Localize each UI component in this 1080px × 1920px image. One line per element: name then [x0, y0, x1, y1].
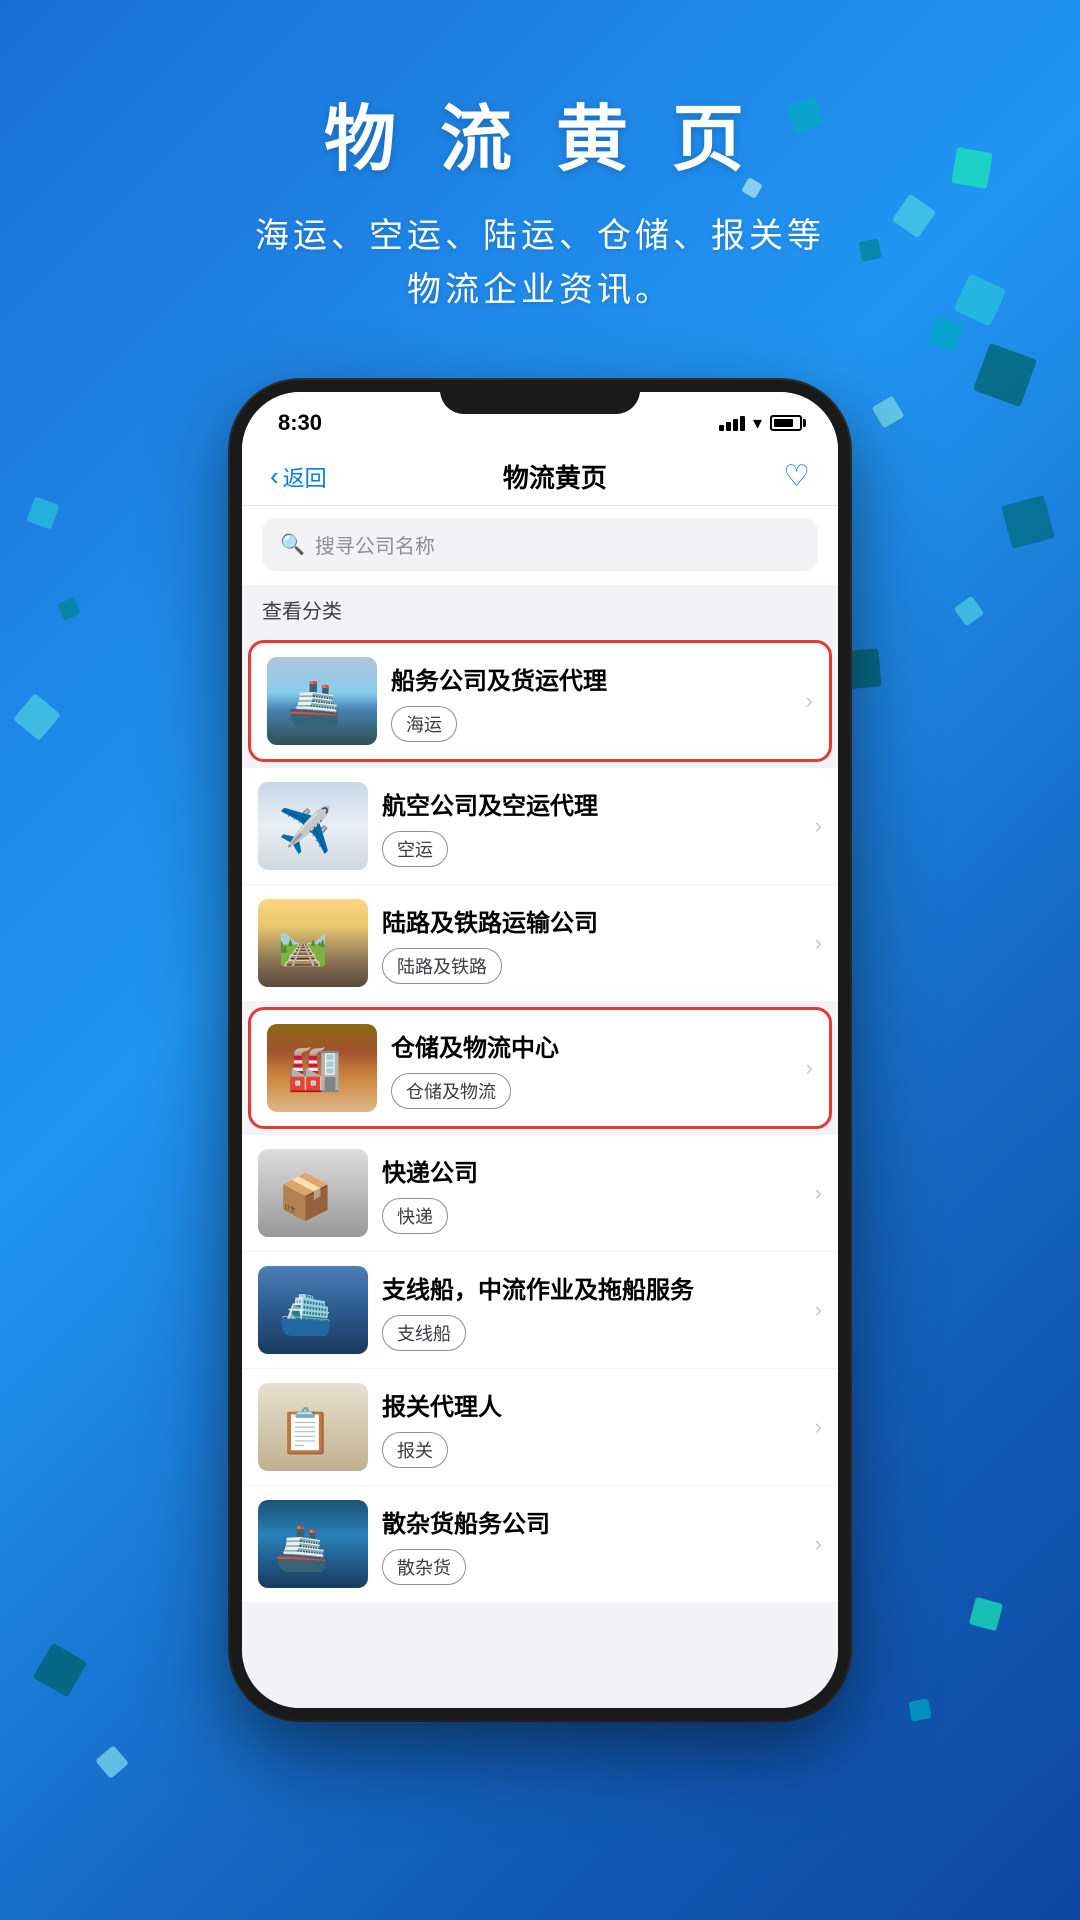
phone-mockup: 8:30 ▾ [230, 380, 850, 1720]
status-time: 8:30 [278, 410, 322, 436]
page-title: 物 流 黄 页 [0, 80, 1080, 185]
search-input[interactable]: 搜寻公司名称 [315, 530, 435, 559]
phone-screen: 8:30 ▾ [242, 392, 838, 1708]
signal-icon [719, 416, 745, 431]
back-button[interactable]: ‹ 返回 [270, 461, 327, 493]
item-image-warehouse [267, 1024, 377, 1112]
item-title: 船务公司及货运代理 [391, 661, 792, 696]
chevron-right-icon: › [806, 1055, 813, 1081]
wifi-icon: ▾ [753, 413, 762, 434]
search-icon: 🔍 [280, 532, 305, 557]
search-bar[interactable]: 🔍 搜寻公司名称 [262, 518, 818, 571]
item-image-plane [258, 782, 368, 870]
item-title: 报关代理人 [382, 1387, 801, 1422]
chevron-right-icon: › [806, 688, 813, 714]
list-item[interactable]: 陆路及铁路运输公司 陆路及铁路 › [242, 885, 838, 1001]
item-image-ship [267, 657, 377, 745]
item-content-airline: 航空公司及空运代理 空运 [382, 786, 801, 867]
favorite-button[interactable]: ♡ [783, 459, 810, 494]
item-tag: 快递 [382, 1198, 448, 1234]
phone-frame: 8:30 ▾ [230, 380, 850, 1720]
item-image-customs [258, 1383, 368, 1471]
chevron-right-icon: › [815, 813, 822, 839]
phone-notch [440, 380, 640, 414]
list-item[interactable]: 散杂货船务公司 散杂货 › [242, 1486, 838, 1602]
chevron-right-icon: › [815, 1531, 822, 1557]
item-image-bulk [258, 1500, 368, 1588]
item-tag: 支线船 [382, 1315, 466, 1351]
item-title: 陆路及铁路运输公司 [382, 903, 801, 938]
item-content-warehouse: 仓储及物流中心 仓储及物流 [391, 1028, 792, 1109]
list-item[interactable]: 支线船，中流作业及拖船服务 支线船 › [242, 1252, 838, 1368]
item-title: 仓储及物流中心 [391, 1028, 792, 1063]
list-item[interactable]: 快递公司 快递 › [242, 1135, 838, 1251]
chevron-right-icon: › [815, 1180, 822, 1206]
list-item[interactable]: 报关代理人 报关 › [242, 1369, 838, 1485]
item-tag: 散杂货 [382, 1549, 466, 1585]
item-title: 航空公司及空运代理 [382, 786, 801, 821]
back-label: 返回 [283, 461, 327, 493]
item-image-feeder [258, 1266, 368, 1354]
item-image-courier [258, 1149, 368, 1237]
list-item[interactable]: 仓储及物流中心 仓储及物流 › [248, 1007, 832, 1129]
nav-bar: ‹ 返回 物流黄页 ♡ [242, 448, 838, 506]
item-content-shipping: 船务公司及货运代理 海运 [391, 661, 792, 742]
category-label: 查看分类 [242, 585, 838, 634]
item-content-customs: 报关代理人 报关 [382, 1387, 801, 1468]
item-title: 快递公司 [382, 1153, 801, 1188]
item-tag: 报关 [382, 1432, 448, 1468]
battery-icon [770, 415, 802, 431]
item-tag: 空运 [382, 831, 448, 867]
item-content-feeder: 支线船，中流作业及拖船服务 支线船 [382, 1270, 801, 1351]
item-tag: 陆路及铁路 [382, 948, 502, 984]
back-chevron-icon: ‹ [270, 461, 279, 492]
page-header: 物 流 黄 页 海运、空运、陆运、仓储、报关等 物流企业资讯。 [0, 0, 1080, 318]
list-item[interactable]: 航空公司及空运代理 空运 › [242, 768, 838, 884]
list-item[interactable]: 船务公司及货运代理 海运 › [248, 640, 832, 762]
item-image-rail [258, 899, 368, 987]
status-icons: ▾ [719, 413, 802, 434]
item-content-land: 陆路及铁路运输公司 陆路及铁路 [382, 903, 801, 984]
page-subtitle: 海运、空运、陆运、仓储、报关等 物流企业资讯。 [0, 209, 1080, 318]
item-content-bulk: 散杂货船务公司 散杂货 [382, 1504, 801, 1585]
chevron-right-icon: › [815, 1297, 822, 1323]
item-title: 散杂货船务公司 [382, 1504, 801, 1539]
item-tag: 海运 [391, 706, 457, 742]
subtitle-line1: 海运、空运、陆运、仓储、报关等 [255, 217, 825, 255]
subtitle-line2: 物流企业资讯。 [407, 271, 673, 309]
chevron-right-icon: › [815, 1414, 822, 1440]
item-tag: 仓储及物流 [391, 1073, 511, 1109]
item-title: 支线船，中流作业及拖船服务 [382, 1270, 801, 1305]
search-container: 🔍 搜寻公司名称 [242, 506, 838, 585]
list-container: 船务公司及货运代理 海运 › 航空公司及空运代理 空运 [242, 634, 838, 1708]
chevron-right-icon: › [815, 930, 822, 956]
item-content-courier: 快递公司 快递 [382, 1153, 801, 1234]
nav-title: 物流黄页 [503, 458, 607, 495]
